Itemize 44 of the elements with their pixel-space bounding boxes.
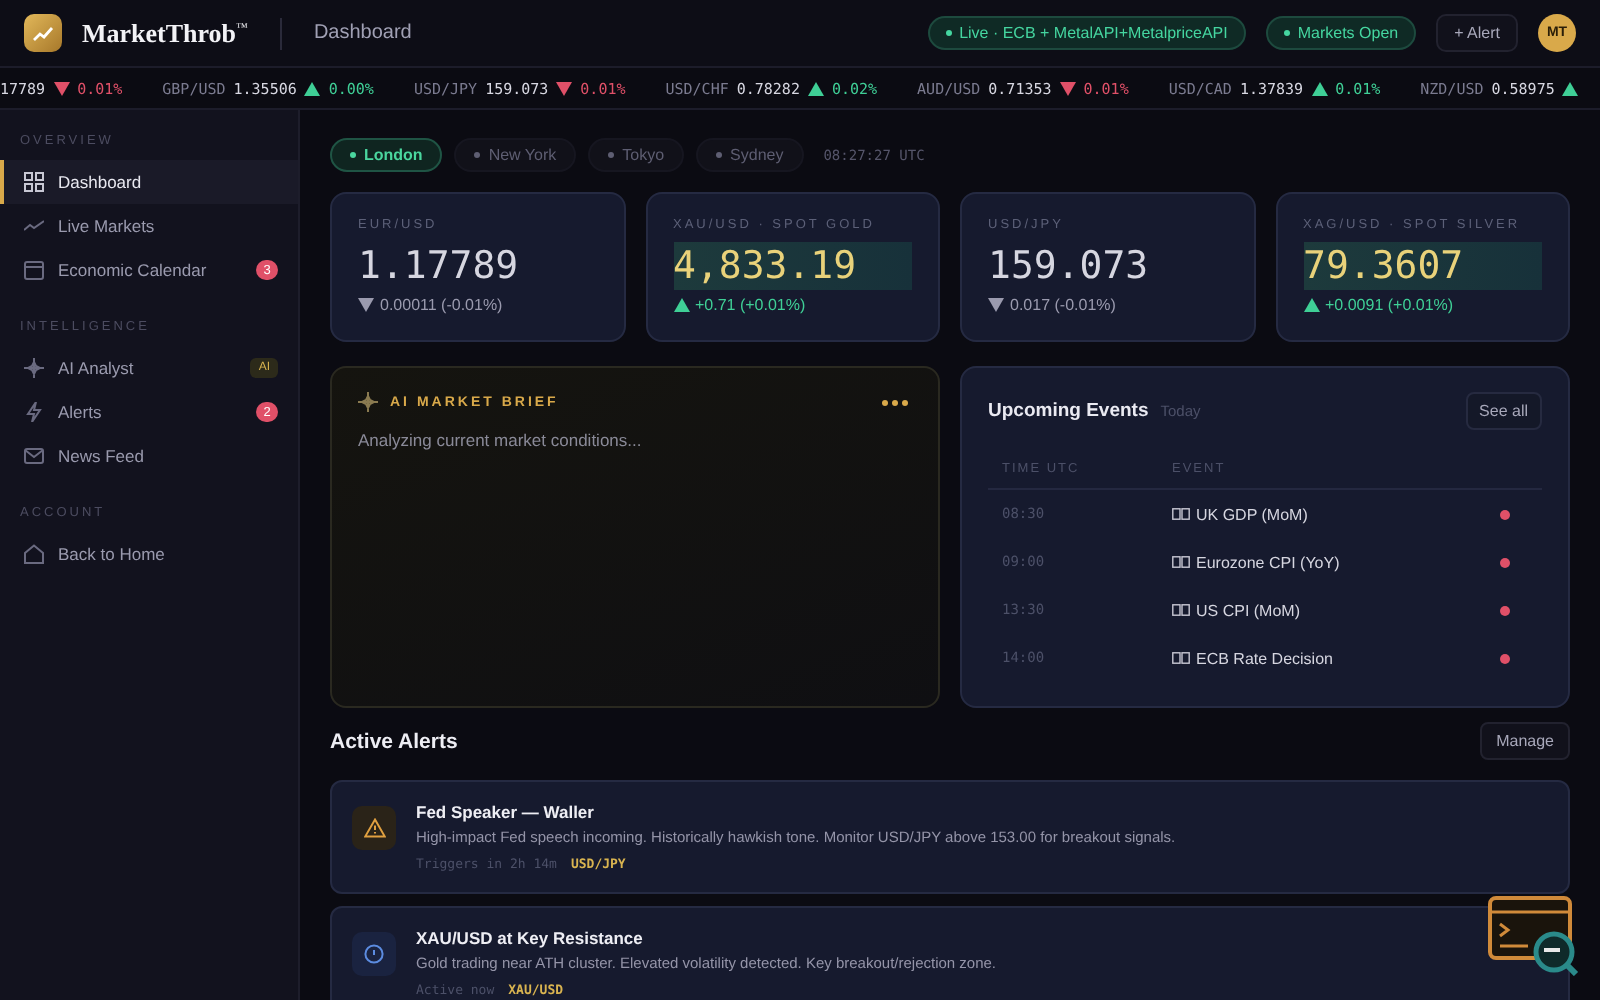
price-change: 0.017 (-0.01%) — [1010, 296, 1116, 314]
event-name: US CPI (MoM) — [1196, 601, 1300, 619]
nav-item[interactable]: Back to Home — [0, 532, 298, 576]
calendar-icon — [24, 260, 44, 280]
brief-status-text: Analyzing current market conditions... — [358, 430, 644, 450]
brand-name: MarketThrob$^{™}$ — [82, 17, 248, 49]
price-change: +0.0091 (+0.01%) — [1325, 296, 1454, 314]
nav-item[interactable]: News Feed — [0, 434, 298, 478]
event-name: ECB Rate Decision — [1196, 649, 1333, 667]
add-alert-button[interactable]: + Alert — [1436, 14, 1518, 52]
lightning-icon — [24, 402, 44, 422]
price: 79.3607 — [1303, 242, 1542, 290]
trend-line-icon — [24, 216, 44, 236]
flag-icon — [1172, 604, 1190, 616]
house-icon — [24, 544, 44, 564]
envelope-icon — [24, 446, 44, 466]
price: 1.17789 — [358, 242, 521, 290]
nav-item[interactable]: Live Markets — [0, 204, 298, 248]
flag-icon — [1172, 556, 1190, 568]
nav-item[interactable]: Dashboard — [0, 160, 298, 204]
sparkle-icon — [24, 358, 44, 378]
sparkle-icon — [358, 392, 378, 412]
price: 4,833.19 — [673, 242, 912, 290]
price-change: +0.71 (+0.01%) — [695, 296, 806, 314]
flag-icon — [1172, 652, 1190, 664]
see-all-button[interactable]: See all — [1465, 392, 1542, 430]
flag-icon — [1172, 508, 1190, 520]
status-pill: Markets Open — [1265, 16, 1417, 50]
price: 159.073 — [988, 242, 1151, 290]
manage-button[interactable]: Manage — [1480, 722, 1570, 760]
event-name: UK GDP (MoM) — [1196, 505, 1308, 523]
status-pill: Live · ECB + MetalAPI+MetalpriceAPI — [927, 16, 1246, 50]
grid-icon — [24, 172, 44, 192]
alert-title: Fed Speaker — Waller — [416, 802, 596, 822]
more-menu-button[interactable] — [878, 395, 912, 409]
event-name: Eurozone CPI (YoY) — [1196, 553, 1340, 571]
logo-icon — [24, 14, 62, 52]
alert-title: XAU/USD at Key Resistance — [416, 928, 645, 948]
section-title: Active Alerts — [330, 729, 458, 753]
session-tab[interactable]: London — [330, 138, 443, 172]
price-change: 0.00011 (-0.01%) — [380, 296, 503, 314]
terminal-search-icon[interactable] — [1488, 896, 1580, 976]
page-title: Dashboard — [313, 22, 412, 44]
panel-title: Upcoming Events — [988, 400, 1149, 422]
